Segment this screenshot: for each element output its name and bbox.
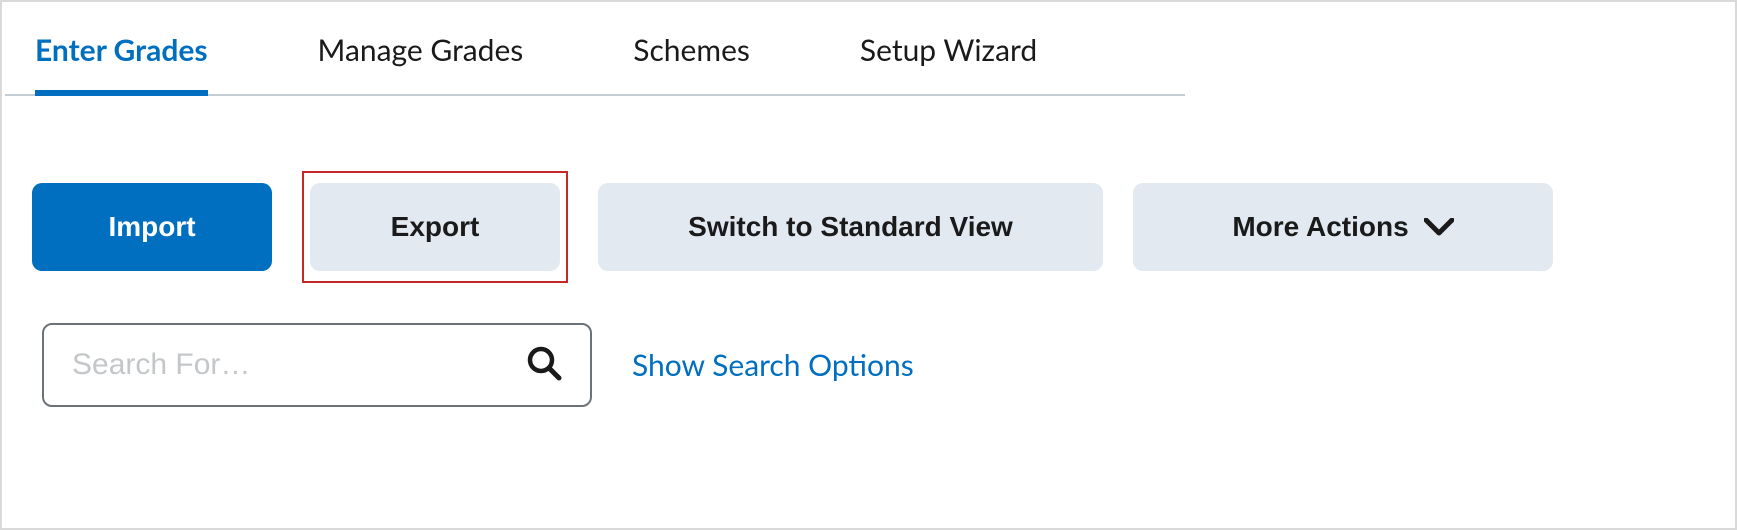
chevron-down-icon [1424,211,1454,243]
show-search-options-link[interactable]: Show Search Options [632,347,914,383]
search-box [42,323,592,407]
tab-setup-wizard[interactable]: Setup Wizard [860,32,1037,94]
search-row: Show Search Options [2,323,1735,447]
switch-view-button[interactable]: Switch to Standard View [598,183,1103,271]
search-input[interactable] [72,348,526,382]
more-actions-button[interactable]: More Actions [1133,183,1553,271]
tabs-bar: Enter Grades Manage Grades Schemes Setup… [5,2,1185,96]
export-button[interactable]: Export [310,183,560,271]
more-actions-label: More Actions [1232,211,1408,243]
tab-manage-grades[interactable]: Manage Grades [318,32,524,94]
export-highlight: Export [302,171,568,283]
tab-schemes[interactable]: Schemes [633,32,750,94]
import-button[interactable]: Import [32,183,272,271]
tab-enter-grades[interactable]: Enter Grades [35,32,208,96]
search-icon[interactable] [526,345,562,385]
action-toolbar: Import Export Switch to Standard View Mo… [2,96,1735,323]
